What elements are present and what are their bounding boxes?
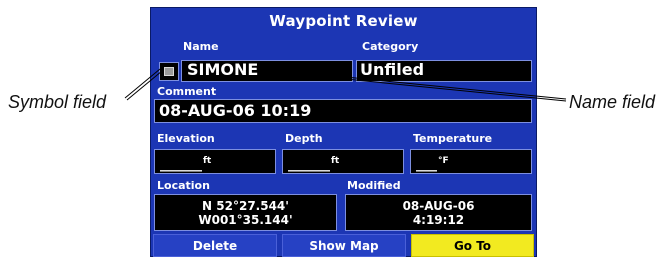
- modified-field: 08-AUG-06 4:19:12: [345, 194, 532, 231]
- location-longitude: W001°35.144': [198, 213, 293, 227]
- location-latitude: N 52°27.544': [202, 199, 289, 213]
- name-field[interactable]: SIMONE: [181, 60, 353, 82]
- elevation-label: Elevation: [157, 132, 215, 145]
- temperature-label: Temperature: [413, 132, 493, 145]
- waypoint-review-screen: Waypoint Review Name Category SIMONE Unf…: [150, 7, 537, 257]
- comment-field[interactable]: 08-AUG-06 10:19: [154, 99, 532, 123]
- elevation-value: ______: [160, 156, 202, 172]
- modified-label: Modified: [347, 179, 401, 192]
- delete-button[interactable]: Delete: [153, 234, 277, 257]
- temperature-unit: °F: [438, 156, 449, 166]
- name-value: SIMONE: [187, 60, 259, 79]
- name-field-callout: Name field: [569, 92, 656, 112]
- page-title: Waypoint Review: [269, 12, 418, 30]
- depth-label: Depth: [285, 132, 323, 145]
- symbol-field[interactable]: [159, 62, 179, 81]
- depth-value: ______: [288, 156, 330, 172]
- modified-time: 4:19:12: [412, 213, 465, 227]
- name-label: Name: [183, 40, 219, 53]
- elevation-unit: ft: [203, 156, 212, 166]
- temperature-value: ___: [416, 156, 437, 172]
- location-field[interactable]: N 52°27.544' W001°35.144': [154, 194, 337, 231]
- category-field[interactable]: Unfiled: [356, 60, 532, 82]
- waypoint-symbol-icon: [164, 67, 174, 76]
- go-to-button[interactable]: Go To: [411, 234, 534, 257]
- depth-unit: ft: [331, 156, 340, 166]
- temperature-field[interactable]: ___°F: [410, 149, 532, 174]
- category-label: Category: [362, 40, 419, 53]
- comment-value: 08-AUG-06 10:19: [159, 101, 312, 120]
- elevation-field[interactable]: ______ft: [154, 149, 276, 174]
- show-map-button[interactable]: Show Map: [282, 234, 406, 257]
- depth-field[interactable]: ______ft: [282, 149, 404, 174]
- symbol-field-callout: Symbol field: [8, 92, 107, 112]
- comment-label: Comment: [157, 85, 217, 98]
- location-label: Location: [157, 179, 210, 192]
- category-value: Unfiled: [360, 60, 425, 79]
- modified-date: 08-AUG-06: [402, 199, 475, 213]
